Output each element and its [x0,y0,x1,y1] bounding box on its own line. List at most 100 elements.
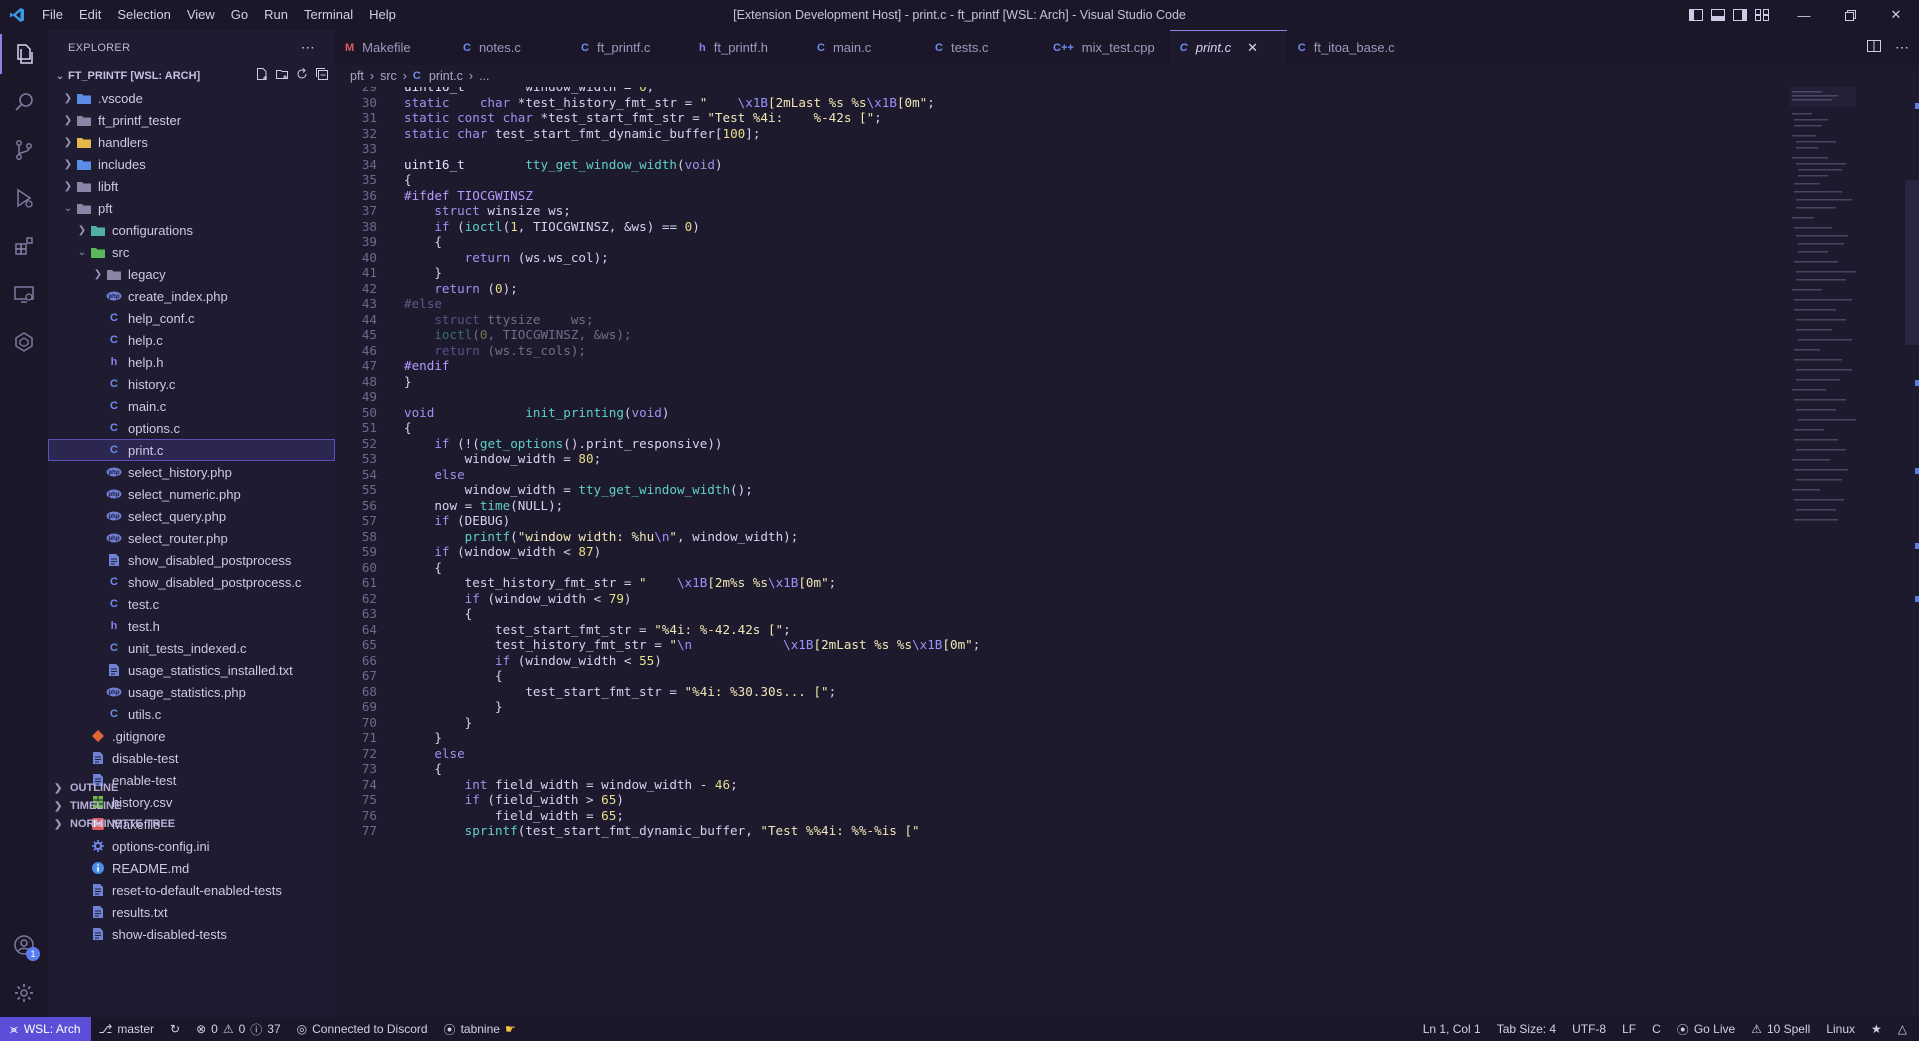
file-item[interactable]: options-config.ini [48,835,335,857]
code-line[interactable]: field_width = 65; [404,808,624,823]
tab-notes-c[interactable]: Cnotes.c [453,30,571,65]
testing-icon[interactable] [0,318,48,366]
file-item[interactable]: Cshow_disabled_postprocess.c [48,571,335,593]
cursor-position[interactable]: Ln 1, Col 1 [1415,1017,1489,1041]
file-item[interactable]: reset-to-default-enabled-tests [48,879,335,901]
code-line[interactable]: { [404,234,442,249]
file-item[interactable]: php select_history.php [48,461,335,483]
feedback-icon[interactable]: ★ [1863,1017,1890,1041]
toggle-primary-sidebar-icon[interactable] [1685,0,1707,30]
code-line[interactable]: #endif [404,358,450,373]
file-item[interactable]: h test.h [48,615,335,637]
code-line[interactable]: #else [404,296,442,311]
file-item[interactable]: php create_index.php [48,285,335,307]
menu-go[interactable]: Go [223,0,256,30]
file-item[interactable]: .gitignore [48,725,335,747]
file-item[interactable]: Ctest.c [48,593,335,615]
code-line[interactable]: return (0); [404,281,517,296]
folder-item[interactable]: ❯ includes [48,153,335,175]
new-file-icon[interactable] [255,67,269,84]
code-line[interactable]: struct winsize ws; [404,203,571,218]
code-line[interactable]: } [404,715,473,730]
code-line[interactable]: if (window_width < 87) [404,544,601,559]
menu-help[interactable]: Help [361,0,404,30]
file-item[interactable]: Cutils.c [48,703,335,725]
file-item[interactable]: Cmain.c [48,395,335,417]
minimize-button[interactable]: — [1781,0,1827,30]
code-line[interactable]: ioctl(0, TIOCGWINSZ, &ws); [404,327,631,342]
code-line[interactable]: struct ttysize ws; [404,312,593,327]
folder-item[interactable]: ❯ ft_printf_tester [48,109,335,131]
menu-terminal[interactable]: Terminal [296,0,361,30]
code-line[interactable]: #ifdef TIOCGWINSZ [404,188,533,203]
norminette-tree-section[interactable]: ❯ NORMINETTE TREE [48,813,335,835]
customize-layout-icon[interactable] [1751,0,1773,30]
breadcrumb-src[interactable]: src [380,69,397,83]
file-item[interactable]: usage_statistics_installed.txt [48,659,335,681]
file-item[interactable]: disable-test [48,747,335,769]
breadcrumb-pft[interactable]: pft [350,69,364,83]
code-line[interactable]: uint16_t window_width = 0; [404,87,654,94]
menu-run[interactable]: Run [256,0,296,30]
file-item[interactable]: Chelp.c [48,329,335,351]
code-line[interactable]: sprintf(test_start_fmt_dynamic_buffer, "… [404,823,920,838]
remote-indicator[interactable]: ⪤ WSL: Arch [0,1017,91,1041]
remote-explorer-icon[interactable] [0,270,48,318]
menu-file[interactable]: File [34,0,71,30]
extensions-icon[interactable] [0,222,48,270]
tab-ft-itoa-base-c[interactable]: Cft_itoa_base.c [1288,30,1410,65]
run-debug-icon[interactable] [0,174,48,222]
git-branch[interactable]: ⎇ master [91,1017,163,1041]
code-line[interactable]: { [404,172,412,187]
folder-item[interactable]: ❯ handlers [48,131,335,153]
code-line[interactable]: void init_printing(void) [404,405,669,420]
code-line[interactable]: if (field_width > 65) [404,792,624,807]
code-line[interactable]: { [404,560,442,575]
manage-gear-icon[interactable] [0,969,48,1017]
code-line[interactable]: static char *test_history_fmt_str = " \x… [404,95,935,110]
code-line[interactable]: test_start_fmt_str = "%4i: %30.30s... ["… [404,684,836,699]
code-line[interactable]: return (ws.ts_cols); [404,343,586,358]
code-line[interactable]: int field_width = window_width - 46; [404,777,738,792]
folder-item[interactable]: ❯ configurations [48,219,335,241]
code-line[interactable]: return (ws.ws_col); [404,250,609,265]
file-item[interactable]: php select_numeric.php [48,483,335,505]
close-tab-icon[interactable]: ✕ [1247,40,1258,56]
refresh-icon[interactable] [295,67,309,84]
problems-indicator[interactable]: ⊗ 0 ⚠ 0 ⓘ 37 [188,1017,289,1041]
os-indicator[interactable]: Linux [1818,1017,1863,1041]
code-editor[interactable]: 29 uint16_t window_width = 0; 30 static cha… [335,87,1785,1017]
close-window-button[interactable]: ✕ [1873,0,1919,30]
tab-ft-printf-c[interactable]: Cft_printf.c [571,30,689,65]
code-line[interactable]: static const char *test_start_fmt_str = … [404,110,882,125]
file-item[interactable]: Cprint.c [48,439,335,461]
code-line[interactable]: { [404,420,412,435]
tab-makefile[interactable]: M Makefile [335,30,453,65]
menu-selection[interactable]: Selection [109,0,178,30]
code-line[interactable]: if (!(get_options().print_responsive)) [404,436,722,451]
code-line[interactable]: { [404,606,473,621]
tab-mix-test-cpp[interactable]: C++ mix_test.cpp [1043,30,1170,65]
source-control-icon[interactable] [0,126,48,174]
breadcrumb-symbol[interactable]: ... [479,69,489,83]
code-line[interactable]: uint16_t tty_get_window_width(void) [404,157,723,172]
menu-view[interactable]: View [179,0,223,30]
folder-item[interactable]: ⌄ src [48,241,335,263]
spell-check-status[interactable]: ⚠ 10 Spell [1743,1017,1818,1041]
code-line[interactable]: if (window_width < 79) [404,591,632,606]
code-line[interactable]: test_history_fmt_str = "\n \x1B[2mLast %… [404,637,980,652]
code-line[interactable]: } [404,699,503,714]
code-line[interactable]: } [404,730,442,745]
toggle-panel-icon[interactable] [1707,0,1729,30]
folder-item[interactable]: ⌄ pft [48,197,335,219]
code-line[interactable]: } [404,374,412,389]
tab-size[interactable]: Tab Size: 4 [1489,1017,1564,1041]
code-line[interactable]: static char test_start_fmt_dynamic_buffe… [404,126,760,141]
code-line[interactable]: if (DEBUG) [404,513,510,528]
vertical-scrollbar[interactable] [1905,180,1919,345]
minimap[interactable] [1790,87,1880,537]
code-line[interactable]: } [404,265,442,280]
file-item[interactable]: Cunit_tests_indexed.c [48,637,335,659]
code-line[interactable]: window_width = tty_get_window_width(); [404,482,753,497]
encoding[interactable]: UTF-8 [1564,1017,1614,1041]
